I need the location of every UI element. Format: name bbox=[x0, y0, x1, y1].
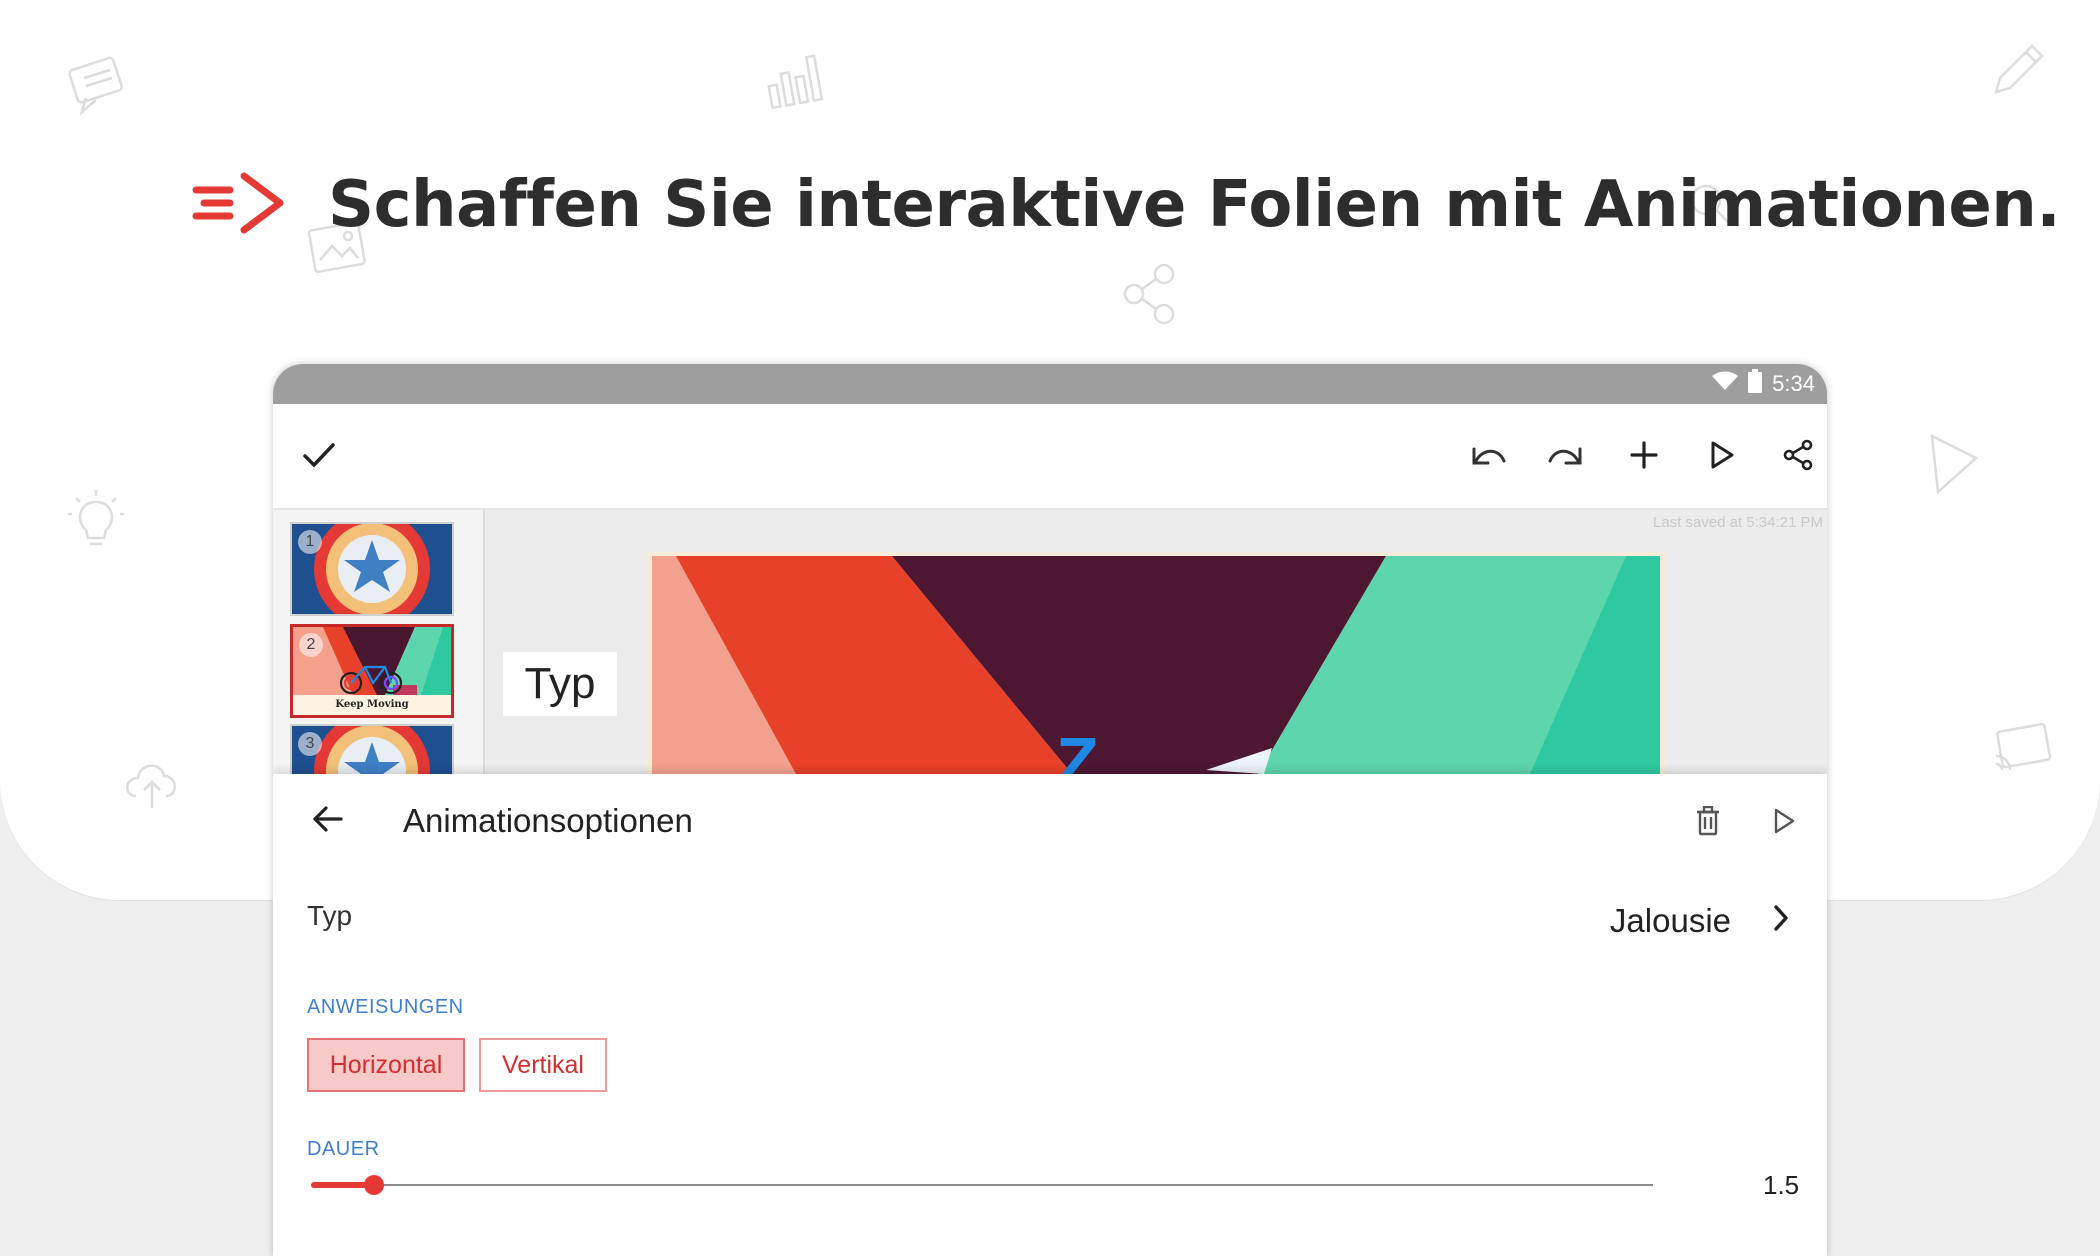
slide-caption: Keep Moving bbox=[335, 699, 409, 710]
slide-thumbnail-panel: 1 2 Keep Moving 3 bbox=[273, 510, 485, 818]
share-button[interactable] bbox=[1773, 432, 1823, 482]
preview-animation-button[interactable] bbox=[1759, 798, 1809, 848]
main-slide-canvas[interactable]: Z bbox=[646, 552, 1666, 774]
play-icon bbox=[1709, 440, 1735, 475]
typ-text-box[interactable]: Typ bbox=[503, 652, 617, 716]
cast-icon bbox=[1990, 720, 2054, 780]
animation-options-sheet: Animationsoptionen Typ Jalousie ANWEISUN… bbox=[273, 774, 1827, 1256]
check-icon bbox=[302, 441, 336, 474]
undo-icon bbox=[1470, 441, 1506, 474]
play-icon bbox=[1772, 807, 1796, 840]
done-button[interactable] bbox=[294, 432, 344, 482]
duration-slider-thumb[interactable] bbox=[364, 1175, 385, 1195]
duration-header: DAUER bbox=[307, 1138, 380, 1160]
slide-thumbnail-1[interactable]: 1 bbox=[290, 522, 454, 616]
play-button[interactable] bbox=[1697, 432, 1747, 482]
slide-number: 3 bbox=[298, 732, 322, 756]
battery-icon bbox=[1748, 369, 1763, 399]
headline-text: Schaffen Sie interaktive Folien mit Anim… bbox=[328, 168, 2061, 242]
tablet-device: 5:34 1 2 Keep Moving 3 Last saved at 5:3… bbox=[273, 364, 1827, 1256]
slide-number: 2 bbox=[299, 633, 323, 657]
slide-glyph: Z bbox=[1056, 723, 1099, 774]
type-value[interactable]: Jalousie bbox=[1610, 902, 1731, 940]
trash-icon bbox=[1696, 805, 1720, 841]
chevron-right-icon bbox=[1772, 904, 1790, 937]
redo-icon bbox=[1548, 441, 1584, 474]
share-icon bbox=[1120, 262, 1180, 326]
duration-slider[interactable] bbox=[311, 1175, 1653, 1195]
slide-workspace: 1 2 Keep Moving 3 Last saved at 5:34:21 … bbox=[273, 510, 1827, 818]
arrow-left-icon bbox=[312, 805, 344, 838]
add-button[interactable] bbox=[1619, 432, 1669, 482]
back-button[interactable] bbox=[303, 796, 353, 846]
headline: Schaffen Sie interaktive Folien mit Anim… bbox=[190, 145, 2061, 265]
type-select-button[interactable] bbox=[1761, 898, 1801, 942]
cloud-upload-icon bbox=[120, 752, 184, 812]
add-icon bbox=[1630, 440, 1658, 474]
editor-toolbar bbox=[273, 404, 1827, 510]
wifi-icon bbox=[1712, 371, 1739, 397]
undo-button[interactable] bbox=[1463, 432, 1513, 482]
directions-header: ANWEISUNGEN bbox=[307, 996, 464, 1018]
direction-horizontal-chip[interactable]: Horizontal bbox=[307, 1038, 465, 1092]
delete-animation-button[interactable] bbox=[1683, 798, 1733, 848]
chart-icon bbox=[760, 48, 824, 112]
slide-thumbnail-2[interactable]: 2 Keep Moving bbox=[290, 624, 454, 718]
duration-value: 1.5 bbox=[1763, 1170, 1800, 1200]
share-icon bbox=[1782, 439, 1814, 476]
redo-button[interactable] bbox=[1541, 432, 1591, 482]
status-time: 5:34 bbox=[1772, 371, 1815, 396]
animation-logo-icon bbox=[190, 168, 288, 243]
type-label: Typ bbox=[307, 900, 353, 931]
slide-number: 1 bbox=[298, 530, 322, 554]
pencil-icon bbox=[1986, 38, 2050, 102]
direction-vertical-chip[interactable]: Vertikal bbox=[479, 1038, 607, 1092]
sheet-title: Animationsoptionen bbox=[403, 802, 693, 839]
status-bar: 5:34 bbox=[273, 364, 1827, 404]
last-saved-text: Last saved at 5:34:21 PM bbox=[1652, 514, 1823, 531]
chat-bubble-icon bbox=[68, 52, 132, 116]
play-outline-icon bbox=[1922, 430, 1982, 500]
lightbulb-icon bbox=[66, 488, 126, 552]
